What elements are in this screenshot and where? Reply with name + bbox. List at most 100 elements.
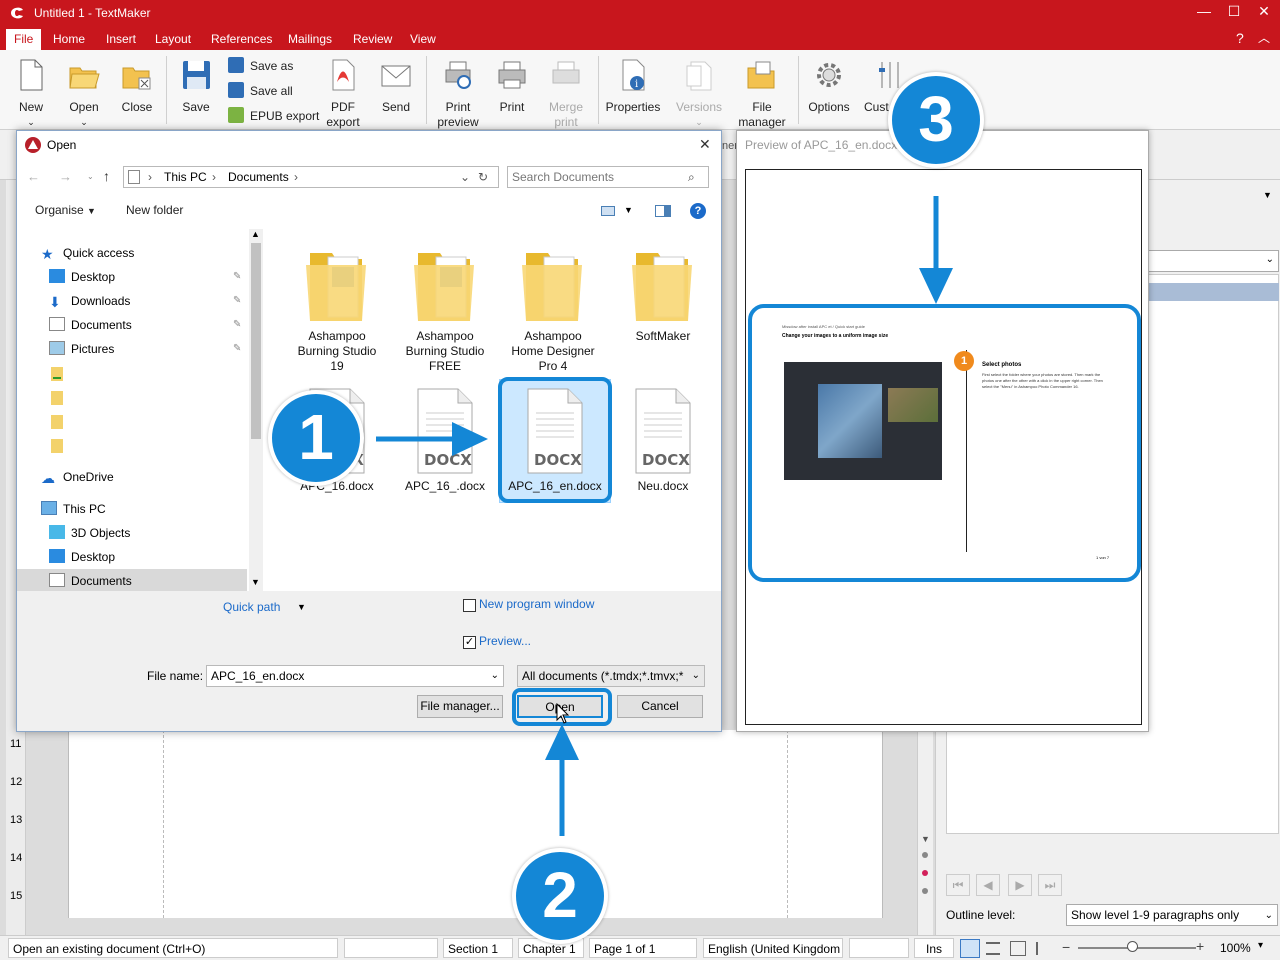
close-doc-button[interactable]: Close <box>116 58 158 115</box>
help-icon[interactable]: ? <box>690 203 706 219</box>
open-button[interactable]: Open ⌄ <box>64 58 104 130</box>
folder-item[interactable]: Ashampoo Burning Studio FREE <box>393 241 497 374</box>
refresh-icon[interactable]: ↻ <box>478 167 488 187</box>
first-nav-button[interactable]: ⏮ <box>946 874 970 896</box>
scroll-down-icon[interactable]: ▼ <box>921 834 930 844</box>
nav-desktop[interactable]: Desktop ✎ <box>45 265 249 289</box>
preview-checkbox[interactable]: ✓ <box>463 636 476 649</box>
file-name-input[interactable]: APC_16_en.docx ⌄ <box>206 665 504 687</box>
menu-layout[interactable]: Layout <box>147 29 199 50</box>
minimize-button[interactable]: — <box>1192 3 1216 23</box>
properties-button[interactable]: i Properties <box>604 58 662 115</box>
address-bar[interactable]: › This PC › Documents › ⌄ ↻ <box>123 166 499 188</box>
file-item[interactable]: DOCX APC_16_.docx <box>393 385 497 494</box>
nav-downloads[interactable]: ⬇ Downloads ✎ <box>45 289 249 313</box>
merge-print-button[interactable]: Merge print <box>542 58 590 130</box>
new-folder-button[interactable]: New folder <box>126 199 183 221</box>
folder-item[interactable]: Ashampoo Home Designer Pro 4 <box>501 241 605 374</box>
menu-review[interactable]: Review <box>345 29 400 50</box>
menu-home[interactable]: Home <box>45 29 93 50</box>
close-window-button[interactable]: ✕ <box>1252 3 1276 23</box>
save-button[interactable]: Save <box>176 58 216 115</box>
last-nav-button[interactable]: ⏭ <box>1038 874 1062 896</box>
maximize-button[interactable]: ☐ <box>1222 3 1246 23</box>
breadcrumb-this-pc[interactable]: This PC <box>164 167 207 187</box>
up-arrow-icon[interactable]: ↑ <box>103 168 110 184</box>
print-button[interactable]: Print <box>492 58 532 115</box>
nav-scrollbar[interactable]: ▲ ▼ <box>249 229 263 591</box>
nav-documents[interactable]: Documents ✎ <box>45 313 249 337</box>
document-page[interactable] <box>68 730 883 918</box>
folder-icon[interactable] <box>51 391 63 405</box>
forward-arrow-icon[interactable]: → <box>59 169 72 184</box>
nav-this-pc[interactable]: This PC <box>37 497 106 521</box>
file-manager-dialog-button[interactable]: File manager... <box>417 695 503 718</box>
pin-icon[interactable]: ✎ <box>233 313 241 337</box>
print-preview-button[interactable]: Print preview <box>432 58 484 130</box>
menu-file[interactable]: File <box>6 29 42 50</box>
pin-icon[interactable]: ✎ <box>233 265 241 289</box>
zoom-out-icon[interactable]: − <box>1062 939 1070 955</box>
nav-desktop-2[interactable]: Desktop <box>45 545 115 569</box>
send-button[interactable]: Send <box>374 58 418 115</box>
cancel-button[interactable]: Cancel <box>617 695 703 718</box>
browse-object-icon[interactable] <box>922 870 928 876</box>
search-input[interactable]: Search Documents ⌕ <box>507 166 709 188</box>
save-all-button[interactable]: Save all <box>228 81 293 101</box>
master-view-icon[interactable] <box>1036 942 1050 955</box>
file-type-select[interactable]: All documents (*.tmdx;*.tmvx;* ⌄ <box>517 665 705 687</box>
view-mode-icon[interactable] <box>601 206 615 216</box>
folder-icon[interactable] <box>51 439 63 453</box>
options-button[interactable]: Options <box>804 58 854 115</box>
nav-documents-2[interactable]: Documents <box>17 569 247 591</box>
new-window-checkbox[interactable] <box>463 599 476 612</box>
versions-button[interactable]: Versions ⌄ <box>672 58 726 130</box>
new-button[interactable]: New ⌄ <box>12 58 50 130</box>
next-nav-button[interactable]: ▶ <box>1008 874 1032 896</box>
normal-view-icon[interactable] <box>960 939 980 958</box>
folder-icon[interactable] <box>51 415 63 429</box>
nav-3d-objects[interactable]: 3D Objects <box>45 521 130 545</box>
collapse-ribbon-icon[interactable]: ︿ <box>1258 29 1270 46</box>
nav-quick-access[interactable]: ★ Quick access <box>37 241 134 265</box>
zoom-level[interactable]: 100% <box>1220 941 1251 955</box>
scroll-down-icon[interactable]: ▼ <box>251 577 260 587</box>
menu-mailings[interactable]: Mailings <box>280 29 340 50</box>
organise-button[interactable]: Organise ▼ <box>35 199 96 221</box>
chevron-down-icon[interactable]: ▾ <box>1258 940 1263 951</box>
status-language[interactable]: English (United Kingdom <box>703 938 843 958</box>
file-item[interactable]: DOCX Neu.docx <box>611 385 715 494</box>
chevron-down-icon[interactable]: ▼ <box>297 602 306 612</box>
nav-pictures[interactable]: Pictures ✎ <box>45 337 249 361</box>
menu-references[interactable]: References <box>203 29 280 50</box>
zoom-slider-thumb[interactable] <box>1127 941 1138 952</box>
browse-object-icon[interactable] <box>922 888 928 894</box>
status-insert-mode[interactable]: Ins <box>914 938 954 958</box>
back-arrow-icon[interactable]: ← <box>27 169 40 184</box>
pin-icon[interactable]: ✎ <box>233 289 241 313</box>
dialog-close-button[interactable]: ✕ <box>699 136 711 153</box>
folder-icon[interactable] <box>51 367 63 381</box>
browse-object-icon[interactable] <box>922 852 928 858</box>
outline-view-icon[interactable] <box>986 942 1000 955</box>
help-button[interactable]: ? <box>1236 30 1244 46</box>
pdf-export-button[interactable]: PDF export <box>320 58 366 130</box>
save-as-button[interactable]: Save as <box>228 56 293 76</box>
prev-nav-button[interactable]: ◀ <box>976 874 1000 896</box>
new-window-label[interactable]: New program window <box>479 597 594 611</box>
preview-pane-icon[interactable] <box>655 205 671 217</box>
breadcrumb-documents[interactable]: Documents <box>228 167 289 187</box>
scroll-up-icon[interactable]: ▲ <box>251 229 260 239</box>
menu-view[interactable]: View <box>402 29 444 50</box>
pin-icon[interactable]: ✎ <box>233 337 241 361</box>
nav-onedrive[interactable]: ☁ OneDrive <box>37 465 114 489</box>
chevron-down-icon[interactable]: ▼ <box>624 205 633 215</box>
page-view-icon[interactable] <box>1010 941 1026 956</box>
file-manager-button[interactable]: File manager <box>734 58 790 130</box>
chevron-down-icon[interactable]: ⌄ <box>460 167 470 187</box>
chevron-down-icon[interactable]: ⌄ <box>491 666 499 686</box>
folder-item[interactable]: SoftMaker <box>611 241 715 344</box>
epub-export-button[interactable]: EPUB export <box>228 106 319 126</box>
preview-label[interactable]: Preview... <box>479 634 531 648</box>
zoom-in-icon[interactable]: + <box>1196 938 1204 954</box>
